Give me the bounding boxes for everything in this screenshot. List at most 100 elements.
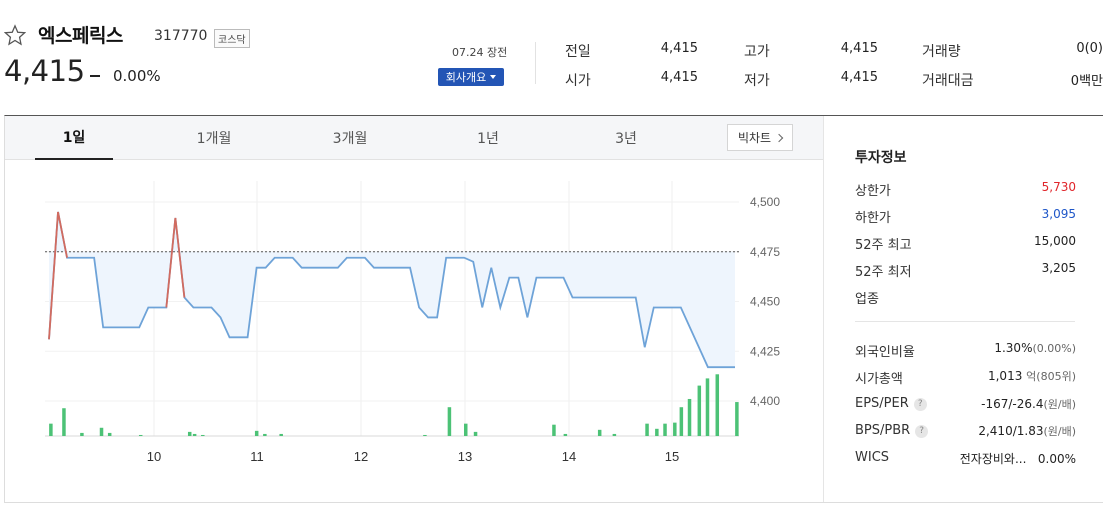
stat-value-volume: 0(0) — [1076, 41, 1103, 56]
foreign-ratio-label: 외국인비율 — [855, 345, 915, 360]
volume-bar — [447, 407, 452, 436]
volume-bar — [279, 433, 283, 436]
y-tick-label: 4,475 — [750, 245, 780, 259]
volume-bar — [192, 433, 197, 436]
stat-label-low: 저가 — [744, 73, 770, 89]
volume-bar — [563, 433, 568, 436]
stat-value-high: 4,415 — [840, 41, 878, 56]
week52-high-label: 52주 최고 — [855, 238, 912, 253]
bps-pbr-value: 2,410/1.83(원/배) — [978, 423, 1076, 439]
date-status: 07.24 장전 — [452, 46, 508, 59]
tab-1day[interactable]: 1일 — [35, 116, 113, 160]
divider — [855, 321, 1075, 322]
company-overview-label: 회사개요 — [445, 71, 487, 84]
wics-sector[interactable]: 전자장비와... — [960, 452, 1027, 466]
volume-bar — [612, 433, 617, 436]
volume-bar — [705, 378, 710, 436]
industry-label: 업종 — [855, 292, 879, 307]
volume-bar — [187, 431, 192, 436]
lower-limit-value: 3,095 — [1041, 207, 1076, 221]
bps-pbr-unit: (원/배) — [1043, 425, 1076, 438]
big-chart-button[interactable]: 빅차트 — [727, 124, 793, 151]
bps-pbr-text: BPS/PBR — [855, 423, 911, 438]
volume-bar — [80, 432, 84, 436]
price-chart[interactable]: 10 11 12 13 14 15 4,500 4,475 4,450 4,425 4,400 — [5, 161, 823, 501]
volume-bar — [715, 374, 720, 436]
stock-code: 317770 — [154, 28, 208, 44]
volume-bar — [735, 402, 739, 436]
stat-value-open: 4,415 — [660, 70, 698, 85]
volume-bar — [673, 422, 677, 436]
volume-bar — [597, 429, 602, 436]
foreign-ratio-value: 1.30%(0.00%) — [994, 341, 1076, 355]
x-tick-label: 13 — [458, 449, 472, 464]
stat-value-trade-value: 0백만 — [1070, 74, 1103, 89]
stat-label-high: 고가 — [744, 44, 770, 60]
volume-bar — [107, 432, 112, 436]
stock-name: 엑스페릭스 — [38, 25, 123, 47]
upper-limit-value: 5,730 — [1041, 180, 1076, 194]
tab-3years[interactable]: 3년 — [587, 116, 665, 160]
upper-limit-label: 상한가 — [855, 184, 891, 199]
help-icon[interactable]: ? — [915, 425, 929, 438]
stat-value-low: 4,415 — [840, 70, 878, 85]
price-area-fill — [49, 211, 735, 368]
volume-bar — [679, 407, 684, 436]
stat-label-trade-value: 거래대금 — [922, 73, 974, 89]
help-icon[interactable]: ? — [913, 398, 927, 411]
big-chart-label: 빅차트 — [737, 131, 772, 145]
y-tick-label: 4,425 — [750, 344, 780, 358]
volume-bar — [62, 408, 66, 436]
market-cap-label: 시가총액 — [855, 372, 903, 387]
change-rate: 0.00% — [113, 67, 161, 85]
volume-bar — [423, 434, 427, 436]
week52-high-value: 15,000 — [1034, 234, 1076, 248]
bps-pbr-number: 2,410/1.83 — [978, 424, 1044, 438]
wics-change: 0.00% — [1037, 452, 1076, 466]
investment-info-title: 투자정보 — [855, 150, 907, 166]
volume-bar — [645, 423, 649, 436]
caret-down-icon — [490, 75, 497, 79]
market-cap-number: 1,013 — [987, 369, 1023, 383]
current-price: 4,415 — [4, 54, 85, 88]
volume-bar — [138, 434, 143, 436]
volume-bar — [473, 431, 478, 436]
x-tick-label: 11 — [250, 449, 264, 464]
volume-bar — [697, 385, 702, 436]
tab-1month[interactable]: 1개월 — [175, 116, 253, 160]
y-tick-label: 4,400 — [750, 394, 780, 408]
volume-bar — [254, 430, 259, 436]
chart-area: 1일 1개월 3개월 1년 3년 빅차트 10 11 12 13 14 15 4,500 4,… — [5, 116, 824, 502]
volume-bar — [655, 428, 659, 436]
investment-info: 투자정보 상한가 5,730 하한가 3,095 52주 최고 15,000 5… — [829, 116, 1103, 502]
chart-panel: 1일 1개월 3개월 1년 3년 빅차트 10 11 12 13 14 15 4,500 4,… — [4, 115, 1103, 503]
eps-per-label: EPS/PER? — [855, 396, 927, 411]
market-cap-unit: 억(805위) — [1026, 370, 1076, 383]
stat-value-prev-close: 4,415 — [660, 41, 698, 56]
volume-bar — [663, 423, 667, 436]
volume-bar — [99, 427, 104, 436]
market-cap-value: 1,013 억(805위) — [988, 368, 1076, 384]
stock-header: 엑스페릭스 317770 코스닥 4,415 0.00% 07.24 장전 회사… — [0, 0, 1103, 115]
tab-1year[interactable]: 1년 — [449, 116, 527, 160]
company-overview-button[interactable]: 회사개요 — [438, 68, 504, 86]
wics-label: WICS — [855, 450, 890, 465]
eps-per-text: EPS/PER — [855, 396, 909, 411]
no-change-icon — [90, 75, 100, 77]
bps-pbr-label: BPS/PBR? — [855, 423, 929, 438]
wics-value: 전자장비와... 0.00% — [960, 450, 1076, 467]
x-tick-label: 15 — [665, 449, 679, 464]
week52-low-value: 3,205 — [1041, 261, 1076, 275]
x-tick-label: 10 — [147, 449, 161, 464]
eps-per-value: -167/-26.4(원/배) — [981, 396, 1076, 412]
star-icon[interactable] — [4, 24, 26, 46]
tab-3months[interactable]: 3개월 — [311, 116, 389, 160]
volume-bar — [201, 434, 205, 436]
week52-low-label: 52주 최저 — [855, 265, 912, 280]
x-tick-label: 14 — [562, 449, 576, 464]
foreign-ratio-unit: (0.00%) — [1032, 342, 1076, 355]
lower-limit-label: 하한가 — [855, 211, 891, 226]
volume-bar — [552, 424, 556, 436]
volume-bar — [49, 423, 53, 436]
y-tick-label: 4,500 — [750, 195, 780, 209]
